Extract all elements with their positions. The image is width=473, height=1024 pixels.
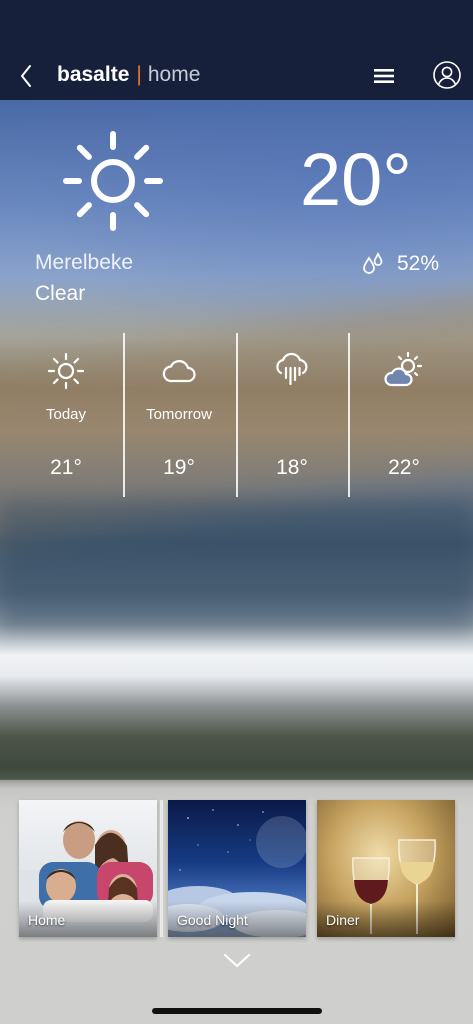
scene-divider (160, 800, 163, 937)
scene-diner[interactable]: Diner (317, 800, 455, 937)
forecast-temperature: 19° (163, 456, 195, 479)
forecast-temperature: 18° (276, 456, 308, 479)
current-temperature: 20° (300, 138, 412, 221)
brand-separator: | (136, 63, 142, 86)
weather-condition: Clear (35, 282, 86, 305)
scene-good-night[interactable]: Good Night (168, 800, 306, 937)
top-bar: basalte | home (0, 0, 473, 100)
chevron-left-icon[interactable] (16, 62, 38, 90)
forecast-strip: Today 21° Tomorrow 19° 18° 22° (10, 333, 460, 497)
sun-icon (63, 131, 163, 231)
scene-label: Diner (326, 912, 360, 928)
humidity-drops-icon (363, 251, 383, 274)
forecast-temperature: 21° (50, 456, 82, 479)
partly-cloudy-icon (384, 351, 423, 387)
forecast-day: 18° (236, 333, 348, 497)
scene-home[interactable]: Home (19, 800, 157, 937)
chevron-down-icon[interactable] (222, 951, 252, 969)
brand-secondary: home (147, 63, 201, 86)
rain-cloud-icon (276, 352, 308, 386)
forecast-day: Today 21° (10, 333, 122, 497)
forecast-day: Tomorrow 19° (123, 333, 235, 497)
forecast-day-label: Today (45, 406, 87, 423)
sun-icon (47, 352, 85, 390)
city-name: Merelbeke (35, 251, 134, 274)
cloud-icon (162, 360, 196, 383)
humidity-value: 52% (397, 252, 440, 275)
home-indicator[interactable] (152, 1008, 322, 1014)
scene-label: Home (28, 912, 66, 928)
forecast-day: 22° (348, 333, 460, 497)
forecast-day-label: Tomorrow (146, 406, 212, 423)
hamburger-icon[interactable] (370, 62, 398, 90)
user-circle-icon[interactable] (432, 60, 462, 90)
app-logo: basalte | home (57, 62, 200, 88)
scene-label: Good Night (177, 912, 248, 928)
brand-primary: basalte (57, 63, 130, 86)
forecast-temperature: 22° (388, 456, 420, 479)
blurred-facade (0, 500, 473, 630)
